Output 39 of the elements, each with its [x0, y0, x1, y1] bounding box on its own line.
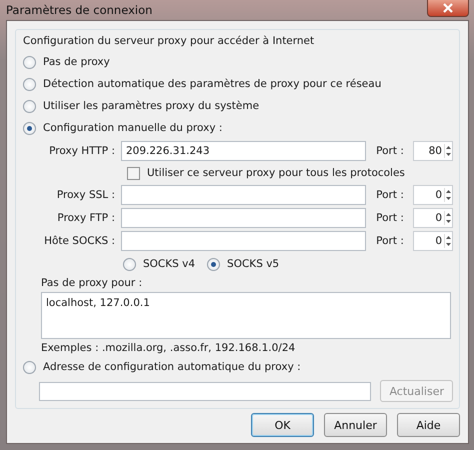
proxy-host-field[interactable]	[121, 185, 366, 205]
port-label: Port :	[376, 212, 405, 224]
auto-config-radio[interactable]: Adresse de configuration automatique du proxy :	[23, 358, 301, 376]
proxy-label: Proxy FTP :	[56, 212, 115, 224]
close-button[interactable]	[427, 0, 469, 17]
port-spinner[interactable]: 0	[412, 231, 453, 251]
mode-radio[interactable]: Configuration manuelle du proxy :	[23, 119, 222, 137]
same-proxy-checkbox[interactable]: Utiliser ce serveur proxy pour tous les protocoles	[127, 164, 405, 182]
close-icon	[442, 3, 454, 13]
dialog-button[interactable]: Aide	[397, 413, 460, 437]
proxy-host-field[interactable]	[121, 208, 366, 228]
auto-config-url-field[interactable]	[39, 382, 372, 400]
spin-arrows-icon	[444, 144, 452, 158]
proxy-label: Hôte SOCKS :	[43, 235, 115, 247]
no-proxy-field[interactable]: localhost, 127.0.0.1	[41, 292, 451, 339]
example-text: Exemples : .mozilla.org, .asso.fr, 192.168.1.0/24	[41, 342, 296, 354]
dialog-button[interactable]: OK	[251, 413, 314, 437]
no-proxy-label: Pas de proxy pour :	[41, 277, 144, 289]
proxy-host-field[interactable]	[121, 231, 366, 251]
port-spinner[interactable]: 0	[412, 185, 453, 205]
port-label: Port :	[376, 189, 405, 201]
spin-arrows-icon	[444, 188, 452, 202]
socks-version-radio[interactable]: SOCKS v4	[123, 255, 196, 273]
mode-radio[interactable]: Détection automatique des paramètres de proxy pour ce réseau	[23, 75, 382, 93]
mode-radio[interactable]: Utiliser les paramètres proxy du système	[23, 97, 260, 115]
port-spinner[interactable]: 0	[412, 208, 453, 228]
port-label: Port :	[376, 235, 405, 247]
port-label: Port :	[376, 145, 405, 157]
spin-arrows-icon	[444, 234, 452, 248]
window-title: Paramètres de connexion	[6, 3, 152, 17]
proxy-label: Proxy SSL :	[56, 189, 115, 201]
spin-arrows-icon	[444, 211, 452, 225]
mode-radio[interactable]: Pas de proxy	[23, 53, 110, 71]
socks-version-radio[interactable]: SOCKS v5	[207, 255, 280, 273]
proxy-label: Proxy HTTP :	[48, 145, 115, 157]
port-spinner[interactable]: 80	[412, 141, 453, 161]
proxy-host-field[interactable]: 209.226.31.243	[121, 141, 366, 161]
dialog-button[interactable]: Annuler	[324, 413, 387, 437]
group-title: Configuration du serveur proxy pour accéder à Internet	[23, 35, 316, 47]
